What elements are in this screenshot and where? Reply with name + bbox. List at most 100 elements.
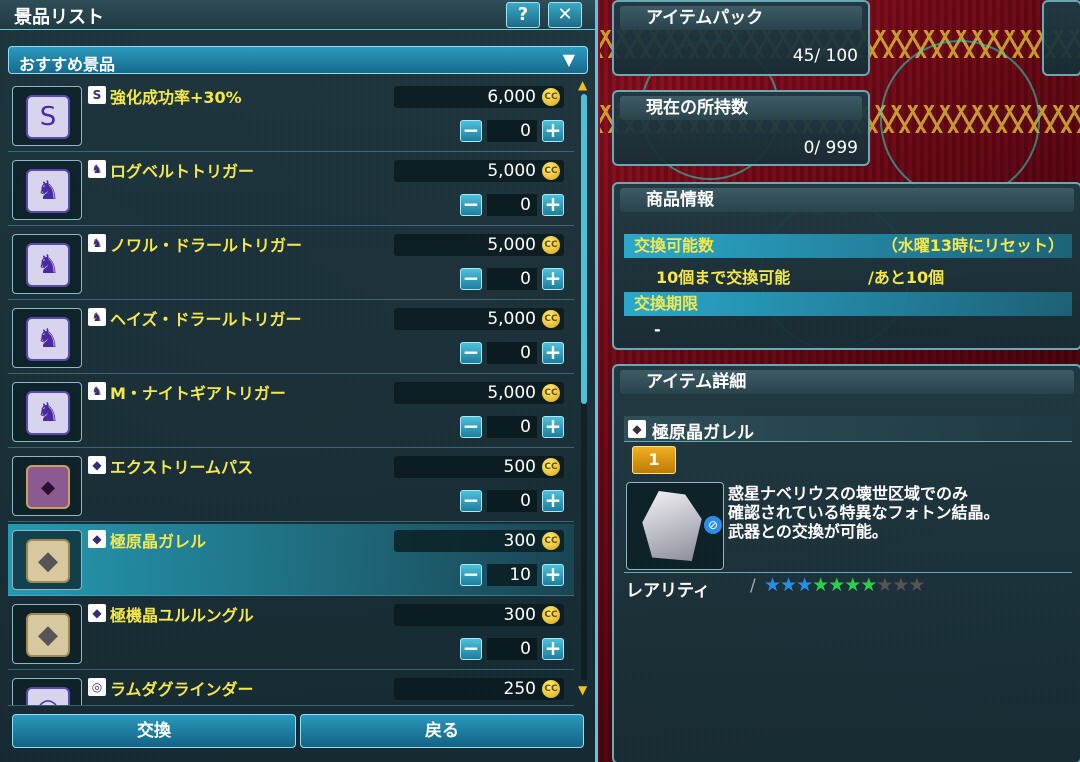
prize-row[interactable]: ◆ ◆ エクストリームパス 500 CC − 0 + — [8, 450, 574, 522]
coin-icon: CC — [542, 532, 560, 550]
category-select[interactable]: おすすめ景品 ▼ — [8, 46, 588, 74]
increase-button[interactable]: + — [542, 194, 564, 216]
chevron-down-icon: ▼ — [562, 50, 575, 69]
product-info-title: 商品情報 — [620, 188, 1074, 212]
quantity-value: 0 — [487, 342, 537, 364]
item-type-icon: ◆ — [88, 530, 106, 548]
decrease-button[interactable]: − — [460, 120, 482, 142]
exchange-count-row: 交換可能数 （水曜13時にリセット） — [624, 234, 1072, 258]
quantity-stepper[interactable]: − 0 + — [460, 342, 566, 366]
item-type-icon: ♞ — [88, 234, 106, 252]
item-price: 5,000 — [487, 235, 536, 255]
increase-button[interactable]: + — [542, 490, 564, 512]
decrease-button[interactable]: − — [460, 194, 482, 216]
item-thumbnail: ◆ — [12, 456, 82, 516]
price-box: 5,000 CC — [394, 382, 564, 404]
scroll-down-arrow[interactable]: ▼ — [578, 683, 587, 697]
coin-icon: CC — [542, 458, 560, 476]
decrease-button[interactable]: − — [460, 268, 482, 290]
quantity-stepper[interactable]: − 0 + — [460, 490, 566, 514]
category-label: おすすめ景品 — [19, 55, 116, 74]
item-thumbnail: ♞ — [12, 234, 82, 294]
increase-button[interactable]: + — [542, 342, 564, 364]
side-panel-edge — [1042, 0, 1080, 76]
quantity-stepper[interactable]: − 0 + — [460, 194, 566, 218]
decrease-button[interactable]: − — [460, 416, 482, 438]
prize-row[interactable]: ♞ ♞ M・ナイトギアトリガー 5,000 CC − 0 + — [8, 376, 574, 448]
prize-row[interactable]: ◎ ◎ ラムダグラインダー 250 CC − 0 + — [8, 672, 574, 706]
scrollbar-thumb[interactable] — [581, 94, 587, 404]
increase-button[interactable]: + — [542, 638, 564, 660]
quantity-value: 10 — [487, 564, 537, 586]
item-icon: S — [26, 95, 70, 139]
item-type-icon: ♞ — [88, 308, 106, 326]
rarity-star-icon: ★ — [860, 574, 877, 596]
item-price: 5,000 — [487, 383, 536, 403]
exchange-limit-text: 10個まで交換可能 — [656, 268, 791, 287]
close-button[interactable]: ✕ — [548, 2, 582, 28]
increase-button[interactable]: + — [542, 564, 564, 586]
item-type-icon: ◆ — [88, 456, 106, 474]
coin-icon: CC — [542, 606, 560, 624]
item-icon: ♞ — [26, 243, 70, 287]
item-pack-panel: アイテムパック 45/ 100 — [612, 0, 870, 76]
item-icon: ◎ — [26, 687, 70, 705]
item-icon: ♞ — [26, 317, 70, 361]
scroll-up-arrow[interactable]: ▲ — [578, 78, 587, 92]
exchange-button[interactable]: 交換 — [12, 714, 296, 748]
decrease-button[interactable]: − — [460, 564, 482, 586]
prize-row[interactable]: S S 強化成功率+30% 6,000 CC − 0 + — [8, 80, 574, 152]
decrease-button[interactable]: − — [460, 342, 482, 364]
item-thumbnail: ♞ — [12, 160, 82, 220]
rarity-stars: ★★★★★★★★★★ — [764, 574, 925, 596]
item-price: 500 — [503, 457, 536, 477]
coin-icon: CC — [542, 162, 560, 180]
coin-icon: CC — [542, 236, 560, 254]
decrease-button[interactable]: − — [460, 490, 482, 512]
price-box: 5,000 CC — [394, 308, 564, 330]
decrease-button[interactable]: − — [460, 638, 482, 660]
detail-tab-1[interactable]: 1 — [632, 446, 676, 474]
prize-row[interactable]: ◆ ◆ 極原晶ガレル 300 CC − 10 + — [8, 524, 574, 596]
rarity-star-icon: ★ — [908, 574, 925, 596]
quantity-stepper[interactable]: − 0 + — [460, 638, 566, 662]
increase-button[interactable]: + — [542, 416, 564, 438]
quantity-value: 0 — [487, 638, 537, 660]
quantity-stepper[interactable]: − 10 + — [460, 564, 566, 588]
price-box: 300 CC — [394, 604, 564, 626]
item-price: 300 — [503, 531, 536, 551]
prize-row[interactable]: ♞ ♞ ヘイズ・ドラールトリガー 5,000 CC − 0 + — [8, 302, 574, 374]
back-button[interactable]: 戻る — [300, 714, 584, 748]
item-name: M・ナイトギアトリガー — [110, 384, 286, 403]
item-icon: ♞ — [26, 169, 70, 213]
increase-button[interactable]: + — [542, 268, 564, 290]
deadline-row: 交換期限 — [624, 292, 1072, 316]
item-type-icon: ♞ — [88, 160, 106, 178]
prize-row[interactable]: ◆ ◆ 極機晶ユルルングル 300 CC − 0 + — [8, 598, 574, 670]
item-type-icon: ♞ — [88, 382, 106, 400]
product-info-panel: 商品情報 交換可能数 （水曜13時にリセット） 10個まで交換可能 /あと10個… — [612, 182, 1080, 350]
rarity-star-icon: ★ — [780, 574, 797, 596]
price-box: 500 CC — [394, 456, 564, 478]
item-thumbnail: ◎ — [12, 678, 82, 705]
description-line: 惑星ナベリウスの壊世区域でのみ — [728, 484, 969, 503]
help-button[interactable]: ? — [506, 2, 540, 28]
quantity-stepper[interactable]: − 0 + — [460, 268, 566, 292]
rarity-star-icon: ★ — [812, 574, 829, 596]
item-icon: ♞ — [26, 391, 70, 435]
item-type-icon: ◆ — [628, 420, 646, 438]
price-box: 5,000 CC — [394, 234, 564, 256]
increase-button[interactable]: + — [542, 120, 564, 142]
item-type-icon: S — [88, 86, 106, 104]
item-thumbnail: ◆ — [12, 530, 82, 590]
quantity-value: 0 — [487, 268, 537, 290]
quantity-stepper[interactable]: − 0 + — [460, 416, 566, 440]
owned-count-title: 現在の所持数 — [620, 96, 862, 120]
prize-row[interactable]: ♞ ♞ ノワル・ドラールトリガー 5,000 CC − 0 + — [8, 228, 574, 300]
detail-item-name: 極原晶ガレル — [652, 423, 754, 443]
description-line: 武器との交換が可能。 — [728, 522, 888, 541]
quantity-stepper[interactable]: − 0 + — [460, 120, 566, 144]
quantity-value: 0 — [487, 120, 537, 142]
prize-row[interactable]: ♞ ♞ ログベルトトリガー 5,000 CC − 0 + — [8, 154, 574, 226]
item-pack-title: アイテムパック — [620, 6, 862, 30]
